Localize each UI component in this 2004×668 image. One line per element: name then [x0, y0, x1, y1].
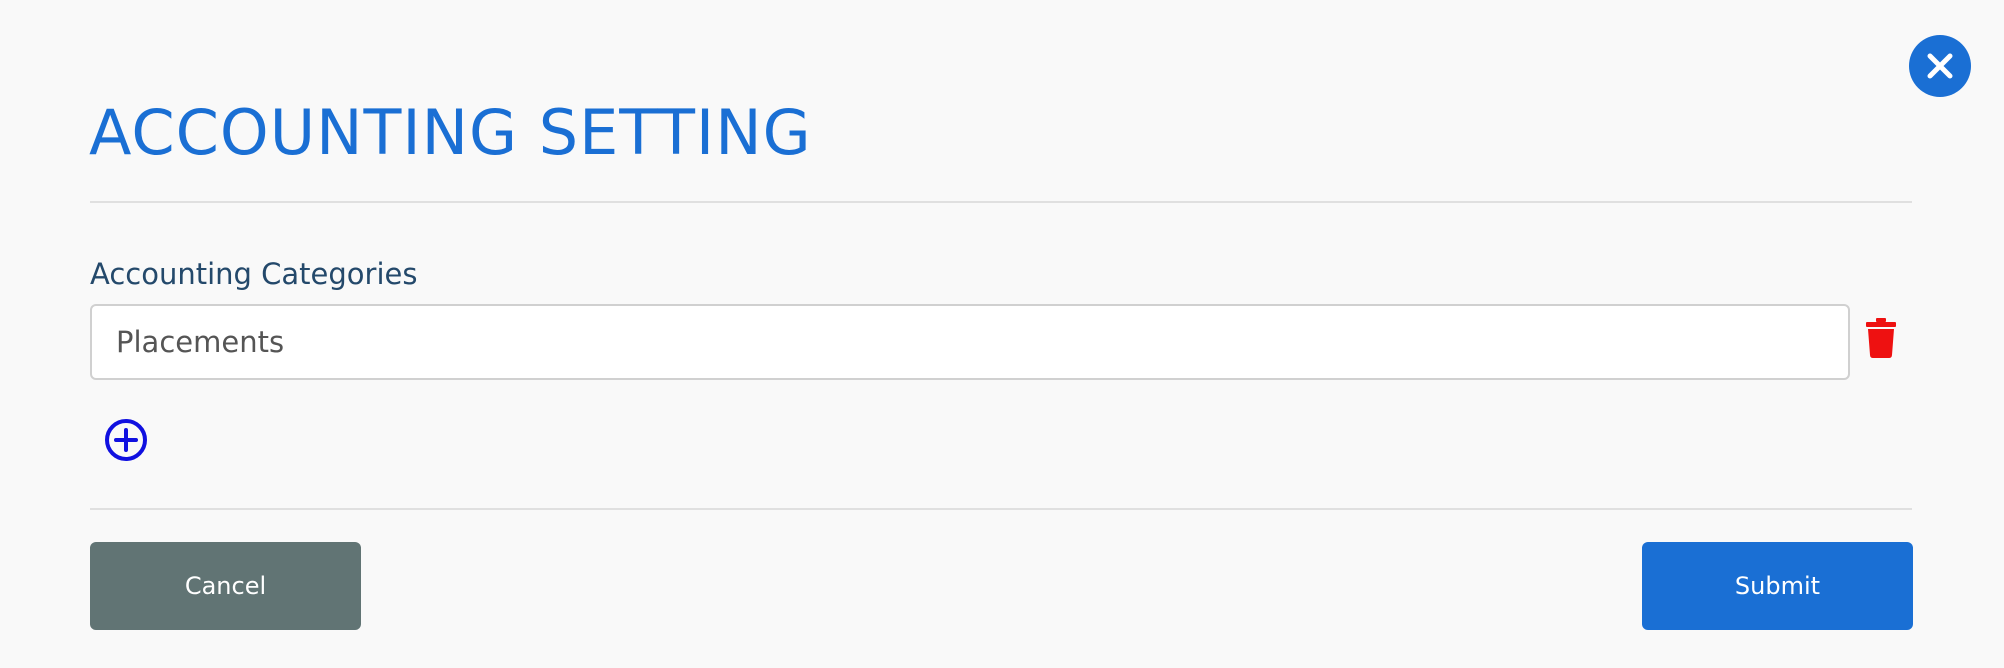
cancel-button[interactable]: Cancel: [90, 542, 361, 630]
close-button[interactable]: [1909, 35, 1971, 97]
header-divider: [90, 201, 1912, 203]
footer-divider: [90, 508, 1912, 510]
dialog-title: ACCOUNTING SETTING: [89, 96, 812, 169]
category-input[interactable]: [90, 304, 1850, 380]
submit-button[interactable]: Submit: [1642, 542, 1913, 630]
close-icon: [1927, 53, 1953, 79]
accounting-categories-label: Accounting Categories: [90, 257, 418, 291]
accounting-setting-dialog: ACCOUNTING SETTING Accounting Categories…: [0, 0, 2004, 668]
trash-icon[interactable]: [1866, 318, 1896, 358]
plus-circle-icon[interactable]: [104, 418, 148, 462]
